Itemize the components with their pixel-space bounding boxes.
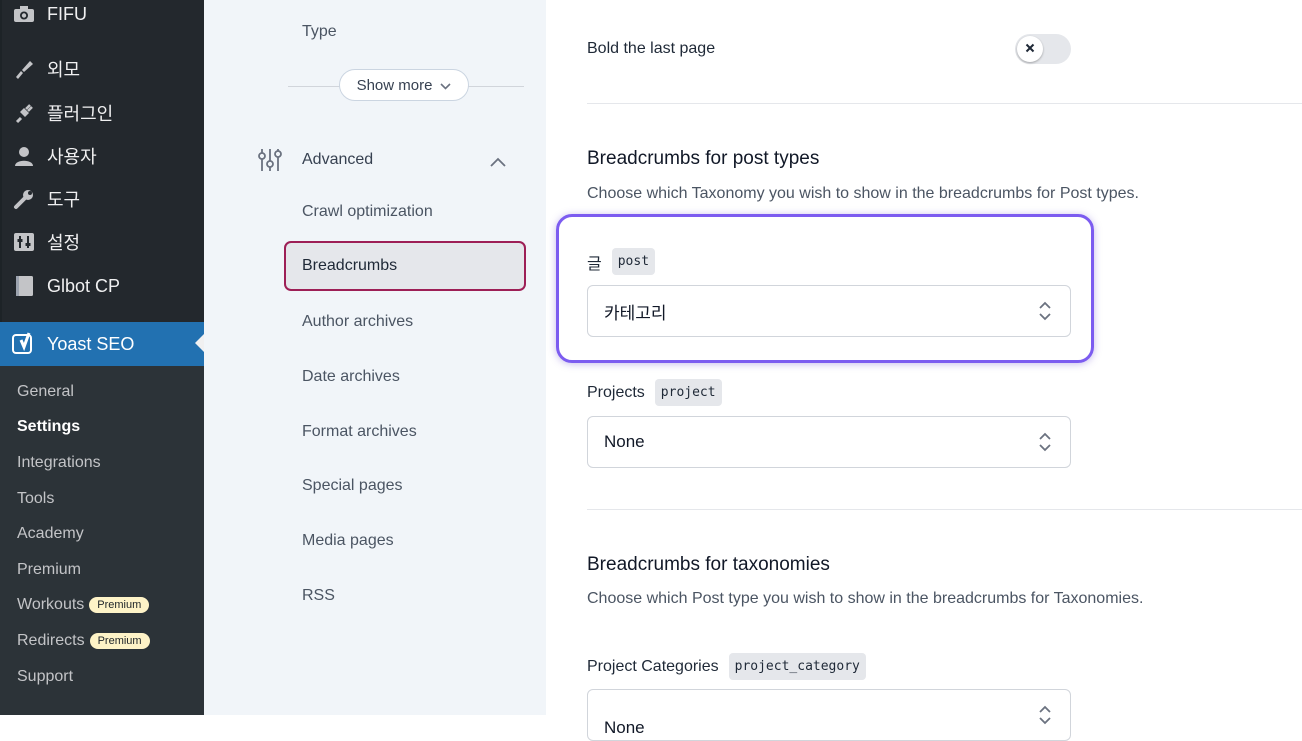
settings-navigation: Type Show more Advanced Crawl optimizati… [204, 0, 546, 715]
project-categories-post-type-select[interactable]: None [587, 689, 1071, 741]
post-types-section-description: Choose which Taxonomy you wish to show i… [587, 185, 1139, 202]
wrench-icon [12, 187, 36, 211]
submenu-label: Settings [17, 418, 81, 435]
submenu-label: General [17, 383, 74, 400]
menu-item-fifu[interactable]: FIFU [0, 0, 204, 34]
select-value: None [604, 718, 645, 737]
selector-icon [1038, 300, 1052, 322]
submenu-label: Tools [17, 490, 55, 507]
show-more-button[interactable]: Show more [339, 69, 469, 101]
paintbrush-icon [12, 57, 36, 81]
submenu-support[interactable]: Support [17, 664, 73, 690]
chevron-up-icon [490, 154, 506, 172]
yoast-icon [12, 332, 36, 356]
nav-group-advanced[interactable]: Advanced [258, 146, 518, 174]
taxonomies-section-title: Breadcrumbs for taxonomies [587, 554, 830, 575]
book-icon [12, 274, 36, 298]
menu-item-yoast-seo[interactable]: Yoast SEO [0, 322, 204, 366]
submenu-label: Integrations [17, 454, 101, 471]
bold-last-page-toggle[interactable] [1015, 34, 1071, 64]
main-content: Bold the last page Breadcrumbs for post … [546, 0, 1302, 741]
menu-label: 도구 [47, 190, 81, 210]
menu-item-users[interactable]: 사용자 [0, 136, 204, 176]
nav-link-crawl-optimization[interactable]: Crawl optimization [302, 203, 433, 221]
post-type-code: post [611, 248, 656, 275]
menu-label: 외모 [47, 60, 81, 80]
menu-label: Yoast SEO [47, 333, 135, 354]
taxonomies-section-description: Choose which Post type you wish to show … [587, 590, 1144, 607]
nav-link-breadcrumbs[interactable]: Breadcrumbs [284, 241, 526, 291]
taxonomy-code: project_category [728, 653, 866, 680]
premium-badge: Premium [89, 597, 150, 613]
yoast-submenu: General Settings Integrations Tools Acad… [0, 366, 204, 715]
post-field-label: 글 post [587, 248, 656, 275]
submenu-label: Workouts [17, 596, 85, 613]
nav-link-type[interactable]: Type [302, 23, 337, 41]
select-value: 카테고리 [604, 303, 667, 323]
menu-item-appearance[interactable]: 외모 [0, 49, 204, 89]
settings-sliders-icon [12, 230, 36, 254]
submenu-workouts[interactable]: Workouts Premium [17, 592, 150, 618]
nav-link-author-archives[interactable]: Author archives [302, 313, 413, 331]
field-label-text: 글 [587, 255, 602, 273]
submenu-redirects[interactable]: Redirects Premium [17, 628, 150, 654]
user-icon [12, 144, 36, 168]
submenu-label: Redirects [17, 632, 85, 649]
menu-label: Glbot CP [47, 275, 121, 296]
submenu-integrations[interactable]: Integrations [17, 450, 101, 476]
toggle-knob [1017, 36, 1043, 62]
projects-field-label: Projects project [587, 379, 722, 406]
nav-group-label: Advanced [302, 151, 374, 168]
adjustments-icon [258, 147, 282, 173]
select-value: None [604, 432, 645, 451]
bold-last-page-label: Bold the last page [587, 40, 716, 57]
nav-link-rss[interactable]: RSS [302, 587, 335, 605]
submenu-label: Premium [17, 561, 82, 578]
nav-link-date-archives[interactable]: Date archives [302, 368, 400, 386]
post-types-section-title: Breadcrumbs for post types [587, 148, 820, 169]
nav-link-format-archives[interactable]: Format archives [302, 423, 417, 441]
current-menu-arrow [195, 334, 204, 352]
project-categories-field-label: Project Categories project_category [587, 653, 866, 680]
nav-link-special-pages[interactable]: Special pages [302, 477, 403, 495]
menu-label: 설정 [47, 233, 81, 253]
submenu-academy[interactable]: Academy [17, 521, 84, 547]
menu-label: 사용자 [47, 147, 97, 167]
field-label-text: Project Categories [587, 657, 719, 675]
field-label-text: Projects [587, 383, 645, 401]
post-type-code: project [654, 379, 722, 406]
menu-label: 플러그인 [47, 104, 114, 124]
submenu-label: Academy [17, 525, 84, 542]
nav-link-label: Breadcrumbs [302, 257, 398, 274]
menu-item-glbot[interactable]: Glbot CP [0, 266, 204, 306]
wp-admin-sidebar: FIFU 외모 플러그인 사용자 도구 설정 Glbot CP Yoast SE… [0, 0, 204, 715]
close-icon [1025, 40, 1035, 58]
menu-item-settings[interactable]: 설정 [0, 222, 204, 262]
post-taxonomy-select[interactable]: 카테고리 [587, 285, 1071, 337]
selector-icon [1038, 431, 1052, 453]
chevron-down-icon [440, 77, 452, 94]
premium-badge: Premium [89, 633, 150, 649]
menu-item-plugins[interactable]: 플러그인 [0, 93, 204, 133]
submenu-settings[interactable]: Settings [17, 414, 80, 440]
submenu-label: Support [17, 668, 74, 685]
show-more-label: Show more [356, 76, 433, 94]
section-divider [587, 509, 1302, 510]
submenu-general[interactable]: General [17, 379, 74, 405]
section-divider [587, 103, 1302, 104]
menu-item-tools[interactable]: 도구 [0, 179, 204, 219]
plugin-icon [12, 101, 36, 125]
nav-link-media-pages[interactable]: Media pages [302, 532, 394, 550]
menu-label: FIFU [47, 3, 87, 24]
selector-icon [1038, 704, 1052, 726]
projects-taxonomy-select[interactable]: None [587, 416, 1071, 468]
camera-icon [12, 2, 36, 26]
submenu-premium[interactable]: Premium [17, 557, 81, 583]
submenu-tools[interactable]: Tools [17, 486, 54, 512]
